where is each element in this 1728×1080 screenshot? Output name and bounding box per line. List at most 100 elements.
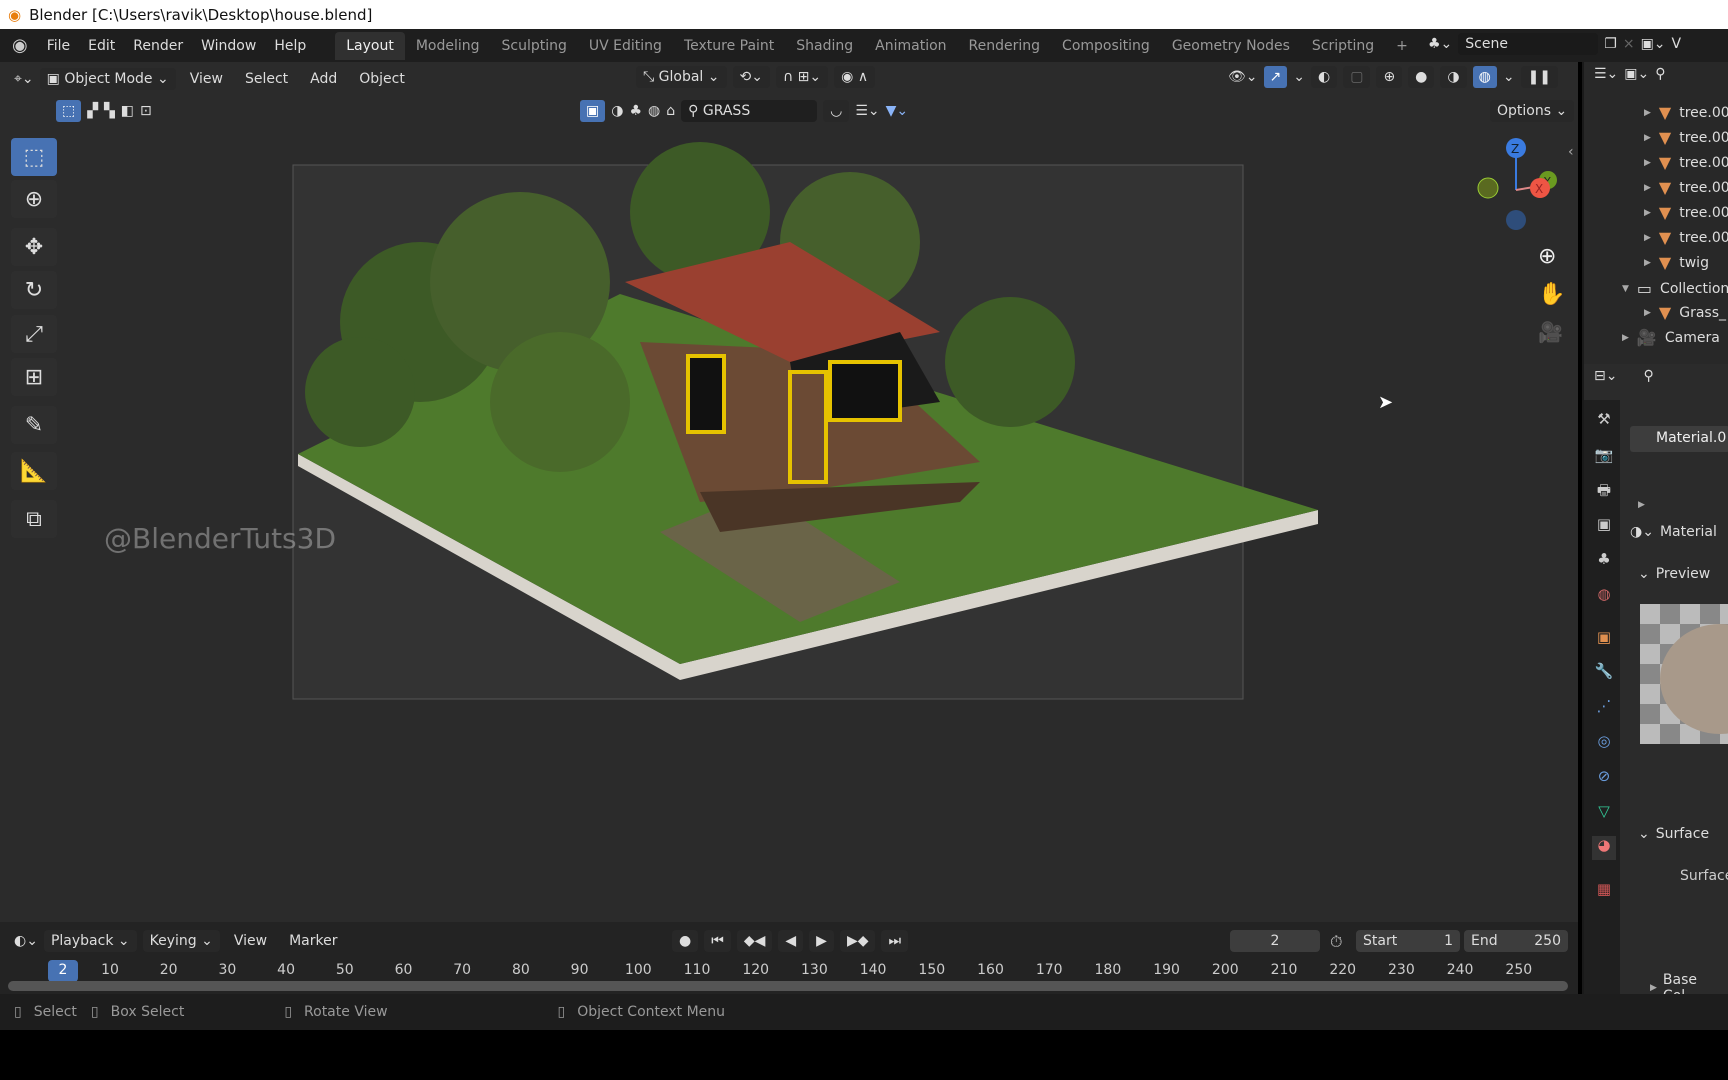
expand-icon[interactable]: ▶ [1644, 183, 1651, 193]
outliner-item[interactable]: ▶ ▼ tree.00 [1644, 228, 1728, 247]
expand-icon[interactable]: ▶ [1644, 158, 1651, 168]
material-browse-icon[interactable]: ◑⌄ [1630, 524, 1654, 540]
expand-icon[interactable]: ▶ [1644, 233, 1651, 243]
tab-rendering[interactable]: Rendering [958, 32, 1052, 60]
view-layer-icon[interactable]: ▣⌄ [1641, 36, 1666, 52]
material-selector[interactable]: ◑⌄ Material [1630, 524, 1717, 540]
tab-geometry-nodes[interactable]: Geometry Nodes [1161, 32, 1301, 60]
mesh-icon: ▼ [1658, 253, 1672, 272]
sidebar-toggle-icon[interactable]: ‹ [1568, 144, 1574, 160]
end-frame-field[interactable]: End 250 [1464, 930, 1568, 952]
expand-icon[interactable]: ▼ [1622, 284, 1629, 294]
expand-icon[interactable]: ▶ [1644, 308, 1651, 318]
scene-name-field[interactable]: Scene [1458, 33, 1599, 55]
play-reverse-icon[interactable]: ◀ [778, 930, 804, 952]
tab-sculpting[interactable]: Sculpting [491, 32, 578, 60]
zoom-view-icon[interactable]: ⊕ [1538, 244, 1556, 269]
object-tab-icon[interactable]: ▣ [1592, 628, 1616, 652]
outliner-item[interactable]: ▼ ▭ Collection [1622, 279, 1728, 298]
display-mode-icon[interactable]: ☰⌄ [1594, 66, 1618, 82]
expand-icon[interactable]: ▶ [1644, 208, 1651, 218]
material-preview [1640, 604, 1728, 744]
view-layer-icon[interactable]: ▣⌄ [1624, 66, 1649, 82]
tab-texture-paint[interactable]: Texture Paint [673, 32, 785, 60]
material-tab-icon[interactable]: ◕ [1592, 836, 1616, 860]
outliner-item[interactable]: ▶ ▼ tree.00 [1644, 103, 1728, 122]
preview-panel-header[interactable]: ⌄ Preview [1638, 566, 1710, 582]
outliner-item[interactable]: ▶ ▼ tree.00 [1644, 128, 1728, 147]
new-scene-icon[interactable]: ❐ [1604, 36, 1617, 52]
start-frame-field[interactable]: Start 1 [1356, 930, 1460, 952]
data-tab-icon[interactable]: ▽ [1592, 802, 1616, 826]
menu-edit[interactable]: Edit [79, 38, 124, 54]
frame-tick: 20 [159, 962, 178, 978]
surface-panel-header[interactable]: ⌄ Surface [1638, 826, 1709, 842]
tab-modeling[interactable]: Modeling [405, 32, 491, 60]
expand-icon[interactable]: ▶ [1644, 258, 1651, 268]
outliner-item[interactable]: ▶ ▼ tree.00 [1644, 153, 1728, 172]
outliner: ☰⌄ ▣⌄ ⚲ ▶ ▼ tree.00 ▶ ▼ tree.00 ▶ ▼ tree.00 ▶ ▼ tre… [1582, 62, 1728, 364]
material-slot[interactable]: Material.0 [1630, 426, 1728, 452]
output-tab-icon[interactable]: 🖶 [1592, 480, 1616, 504]
timeline-view-menu[interactable]: View [226, 933, 275, 949]
pan-view-icon[interactable]: ✋ [1538, 282, 1565, 307]
tab-compositing[interactable]: Compositing [1051, 32, 1161, 60]
scene-tab-icon[interactable]: ♣ [1592, 550, 1616, 574]
outliner-item[interactable]: ▶ 🎥 Camera [1622, 328, 1720, 347]
tab-animation[interactable]: Animation [864, 32, 957, 60]
render-tab-icon[interactable]: 📷 [1592, 446, 1616, 470]
next-keyframe-icon[interactable]: ▶◆ [839, 930, 876, 952]
playhead[interactable]: 2 [48, 960, 78, 982]
expand-icon[interactable]: ▶ [1644, 133, 1651, 143]
particles-tab-icon[interactable]: ⋰ [1592, 697, 1616, 721]
outliner-search-icon[interactable]: ⚲ [1655, 66, 1665, 82]
editor-type-icon[interactable]: ◐⌄ [14, 933, 38, 949]
current-frame-field[interactable]: 2 [1230, 930, 1320, 952]
keying-menu[interactable]: Keying ⌄ [142, 930, 220, 952]
close-icon[interactable]: × [1623, 36, 1635, 52]
texture-tab-icon[interactable]: ▦ [1592, 880, 1616, 904]
play-icon[interactable]: ▶ [809, 930, 834, 952]
blender-menu-icon[interactable]: ◉ [0, 35, 38, 56]
prev-keyframe-icon[interactable]: ◆◀ [736, 930, 773, 952]
outliner-item[interactable]: ▶ ▼ tree.00 [1644, 178, 1728, 197]
tab-uv-editing[interactable]: UV Editing [578, 32, 673, 60]
properties-search-icon[interactable]: ⚲ [1643, 368, 1653, 384]
stopwatch-icon[interactable]: ⏱ [1330, 932, 1342, 952]
tool-tab-icon[interactable]: ⚒ [1592, 410, 1616, 434]
camera-view-icon[interactable]: 🎥 [1538, 320, 1563, 344]
frame-tick: 170 [1035, 962, 1063, 978]
playback-menu[interactable]: Playback ⌄ [43, 930, 137, 952]
jump-start-icon[interactable]: ⏮ [704, 930, 731, 952]
tab-shading[interactable]: Shading [785, 32, 864, 60]
tab-scripting[interactable]: Scripting [1301, 32, 1385, 60]
outliner-item[interactable]: ▶ ▼ twig [1644, 253, 1709, 272]
tab-layout[interactable]: Layout [335, 31, 405, 60]
editor-type-icon[interactable]: ⊟⌄ [1594, 368, 1617, 384]
constraints-tab-icon[interactable]: ⊘ [1592, 767, 1616, 791]
timeline-scrollbar[interactable] [8, 981, 1568, 991]
3d-viewport[interactable]: ⌖⌄ ▣ Object Mode ⌄ View Select Add Objec… [0, 62, 1578, 922]
expand-icon[interactable]: ▶ [1644, 108, 1651, 118]
jump-end-icon[interactable]: ⏭ [881, 930, 909, 952]
menu-render[interactable]: Render [124, 38, 192, 54]
modifier-tab-icon[interactable]: 🔧 [1592, 662, 1616, 686]
frame-tick: 70 [453, 962, 472, 978]
physics-tab-icon[interactable]: ◎ [1592, 732, 1616, 756]
navigation-gizmo[interactable]: Z Y X [1460, 134, 1570, 244]
marker-menu[interactable]: Marker [281, 933, 345, 949]
add-workspace-button[interactable]: + [1385, 32, 1419, 60]
expand-icon[interactable]: ▶ [1622, 333, 1629, 343]
view-layer-field[interactable]: V [1672, 36, 1682, 52]
menu-help[interactable]: Help [265, 38, 315, 54]
scene-icon[interactable]: ♣⌄ [1428, 36, 1452, 52]
expand-slot-icon[interactable]: ▶ [1638, 500, 1645, 510]
menu-window[interactable]: Window [192, 38, 265, 54]
world-tab-icon[interactable]: ◍ [1592, 585, 1616, 609]
outliner-item[interactable]: ▶ ▼ Grass_ [1644, 303, 1726, 322]
record-icon[interactable]: ● [672, 930, 699, 952]
outliner-item[interactable]: ▶ ▼ tree.00 [1644, 203, 1728, 222]
view-layer-tab-icon[interactable]: ▣ [1592, 515, 1616, 539]
material-name-field[interactable]: Material [1660, 524, 1717, 540]
menu-file[interactable]: File [38, 38, 79, 54]
